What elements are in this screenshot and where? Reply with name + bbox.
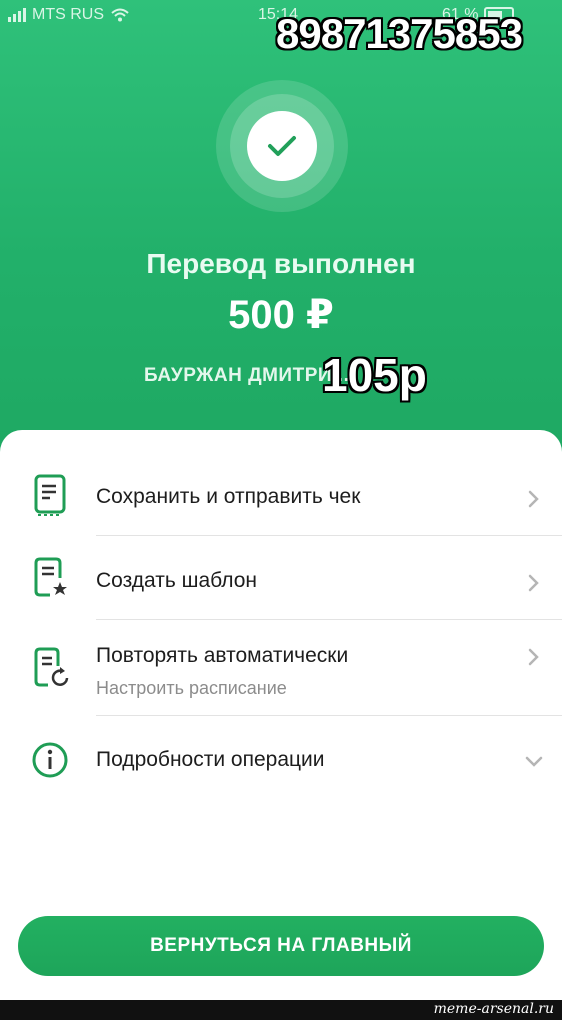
repeat-auto-label: Повторять автоматически — [96, 644, 349, 667]
chevron-right-icon — [528, 648, 539, 666]
watermark-text: meme-arsenal.ru — [433, 1001, 554, 1017]
chevron-right-icon — [528, 490, 539, 508]
return-home-button[interactable]: ВЕРНУТЬСЯ НА ГЛАВНЫЙ — [18, 916, 544, 976]
recipient-name: БАУРЖАН ДМИТРИ... — [144, 365, 350, 386]
create-template-row[interactable]: Создать шаблон — [0, 536, 562, 619]
signal-icon — [8, 8, 26, 22]
carrier-name: MTS RUS — [32, 6, 104, 23]
success-header: MTS RUS 15:14 61 % 89871375853 Перевод в… — [0, 0, 562, 470]
wifi-icon — [111, 8, 129, 22]
repeat-auto-row[interactable]: Повторять автоматически Настроить распис… — [0, 620, 562, 715]
operation-details-label: Подробности операции — [96, 748, 325, 771]
result-title: Перевод выполнен — [146, 248, 416, 279]
repeat-auto-sublabel: Настроить расписание — [96, 678, 287, 698]
overlay-price-text: 105р — [322, 349, 427, 401]
template-star-icon — [34, 557, 67, 597]
check-circle-icon — [247, 111, 317, 181]
operation-details-row[interactable]: Подробности операции — [0, 716, 562, 801]
chevron-down-icon — [525, 756, 543, 767]
chevron-right-icon — [528, 574, 539, 592]
transfer-amount: 500 ₽ — [228, 293, 334, 337]
create-template-label: Создать шаблон — [96, 569, 258, 592]
repeat-schedule-icon — [34, 647, 69, 687]
overlay-phone-text: 89871375853 — [276, 10, 523, 57]
check-icon — [268, 136, 296, 156]
save-receipt-label: Сохранить и отправить чек — [96, 485, 361, 508]
info-icon — [32, 742, 68, 778]
receipt-icon — [34, 474, 66, 516]
